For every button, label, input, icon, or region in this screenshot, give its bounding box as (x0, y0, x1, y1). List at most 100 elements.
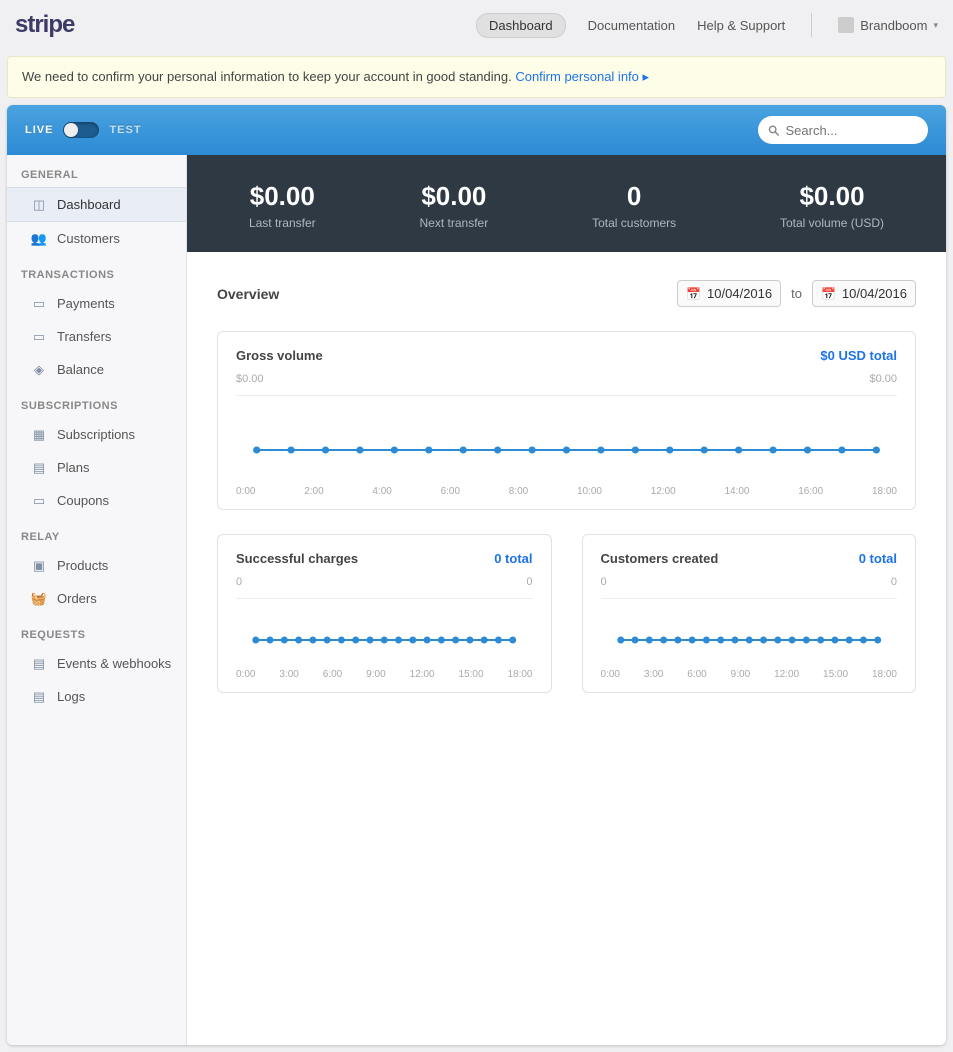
sidebar-item-label: Events & webhooks (57, 656, 171, 671)
sidebar-item-plans[interactable]: ▤Plans (7, 451, 186, 484)
gross-y-left: $0.00 (236, 373, 264, 385)
sidebar-item-products[interactable]: ▣ Products (7, 549, 186, 582)
sidebar-item-label: Balance (57, 362, 104, 377)
x-tick: 8:00 (509, 486, 528, 497)
x-tick: 3:00 (279, 669, 298, 680)
charges-title: Successful charges (236, 551, 358, 566)
dashboard-icon: ◫ (31, 198, 47, 212)
topnav-dashboard[interactable]: Dashboard (476, 13, 566, 38)
sidebar-item-label: Coupons (57, 493, 109, 508)
sidebar-item-label: Transfers (57, 329, 111, 344)
events-icon: ▤ (31, 657, 47, 671)
customers-icon: 👥 (31, 232, 47, 246)
sidebar-item-label: Payments (57, 296, 115, 311)
stat-total-volume-usd-: $0.00 Total volume (USD) (780, 181, 884, 230)
sidebar-item-payments[interactable]: ▭ Payments (7, 287, 186, 320)
x-tick: 12:00 (774, 669, 799, 680)
orders-icon: 🧺 (31, 592, 47, 606)
avatar-icon (838, 17, 854, 33)
overview-title: Overview (217, 286, 279, 302)
calendar-icon: 📅 (686, 287, 701, 301)
x-tick: 4:00 (372, 486, 391, 497)
mode-live-label[interactable]: LIVE (25, 124, 53, 136)
sidebar: GENERAL◫Dashboard👥CustomersTRANSACTIONS▭… (7, 155, 187, 1045)
search-box[interactable] (758, 116, 928, 144)
x-tick: 18:00 (872, 486, 897, 497)
charges-total: 0 total (494, 551, 532, 566)
x-tick: 12:00 (410, 669, 435, 680)
stat-label: Total customers (592, 216, 676, 230)
confirm-personal-info-link[interactable]: Confirm personal info ▸ (515, 69, 649, 84)
products-icon: ▣ (31, 559, 47, 573)
user-menu[interactable]: Brandboom ▾ (838, 17, 938, 33)
x-tick: 0:00 (236, 669, 255, 680)
sidebar-item-label: Plans (57, 460, 90, 475)
x-tick: 16:00 (798, 486, 823, 497)
x-tick: 10:00 (577, 486, 602, 497)
stat-value: $0.00 (249, 181, 316, 212)
sidebar-item-orders[interactable]: 🧺Orders (7, 582, 186, 615)
successful-charges-chart (236, 601, 533, 661)
x-tick: 6:00 (441, 486, 460, 497)
logo: stripe (15, 11, 74, 39)
x-tick: 15:00 (823, 669, 848, 680)
charges-x-axis: 0:003:006:009:0012:0015:0018:00 (236, 669, 533, 680)
divider (236, 598, 533, 599)
x-tick: 0:00 (236, 486, 255, 497)
charges-y-left: 0 (236, 576, 242, 588)
x-tick: 18:00 (872, 669, 897, 680)
sidebar-item-coupons[interactable]: ▭ Coupons (7, 484, 186, 517)
x-tick: 6:00 (687, 669, 706, 680)
sidebar-section-relay: RELAY (7, 517, 186, 549)
x-tick: 15:00 (459, 669, 484, 680)
live-test-toggle[interactable] (63, 122, 99, 138)
stat-value: $0.00 (780, 181, 884, 212)
customers-created-chart (601, 601, 898, 661)
user-name: Brandboom (860, 18, 927, 33)
notice-bar: We need to confirm your personal informa… (7, 56, 946, 98)
sidebar-item-label: Customers (57, 231, 120, 246)
stat-label: Last transfer (249, 216, 316, 230)
divider (236, 395, 897, 396)
mode-test-label[interactable]: TEST (109, 124, 141, 136)
x-tick: 14:00 (724, 486, 749, 497)
stat-label: Total volume (USD) (780, 216, 884, 230)
topnav-documentation[interactable]: Documentation (588, 18, 675, 33)
date-from-input[interactable]: 📅 10/04/2016 (677, 280, 781, 307)
gross-volume-chart (236, 398, 897, 478)
search-input[interactable] (785, 123, 918, 138)
x-tick: 3:00 (644, 669, 663, 680)
x-tick: 12:00 (651, 486, 676, 497)
sidebar-item-logs[interactable]: ▤Logs (7, 680, 186, 713)
sidebar-item-events-webhooks[interactable]: ▤ Events & webhooks (7, 647, 186, 680)
sidebar-item-balance[interactable]: ◈ Balance (7, 353, 186, 386)
sidebar-item-label: Products (57, 558, 108, 573)
payments-icon: ▭ (31, 297, 47, 311)
stat-next-transfer: $0.00Next transfer (420, 181, 489, 230)
topnav-help[interactable]: Help & Support (697, 18, 785, 33)
balance-icon: ◈ (31, 363, 47, 377)
customers-total: 0 total (859, 551, 897, 566)
x-tick: 2:00 (304, 486, 323, 497)
gross-y-right: $0.00 (869, 373, 897, 385)
gross-volume-card: Gross volume $0 USD total $0.00 $0.00 0:… (217, 331, 916, 510)
chevron-down-icon: ▾ (933, 20, 938, 31)
x-tick: 9:00 (366, 669, 385, 680)
sidebar-item-transfers[interactable]: ▭Transfers (7, 320, 186, 353)
coupons-icon: ▭ (31, 494, 47, 508)
logs-icon: ▤ (31, 690, 47, 704)
date-from-value: 10/04/2016 (707, 286, 772, 301)
overview-row: Overview 📅 10/04/2016 to 📅 10/04/2016 (217, 280, 916, 307)
sidebar-item-subscriptions[interactable]: ▦Subscriptions (7, 418, 186, 451)
customers-y-left: 0 (601, 576, 607, 588)
sidebar-item-label: Dashboard (57, 197, 121, 212)
sidebar-item-customers[interactable]: 👥 Customers (7, 222, 186, 255)
x-tick: 9:00 (731, 669, 750, 680)
stat-total-customers: 0Total customers (592, 181, 676, 230)
sidebar-section-transactions: TRANSACTIONS (7, 255, 186, 287)
date-to-input[interactable]: 📅 10/04/2016 (812, 280, 916, 307)
divider (601, 598, 898, 599)
sidebar-item-dashboard[interactable]: ◫ Dashboard (7, 187, 186, 222)
customers-y-right: 0 (891, 576, 897, 588)
x-tick: 6:00 (323, 669, 342, 680)
